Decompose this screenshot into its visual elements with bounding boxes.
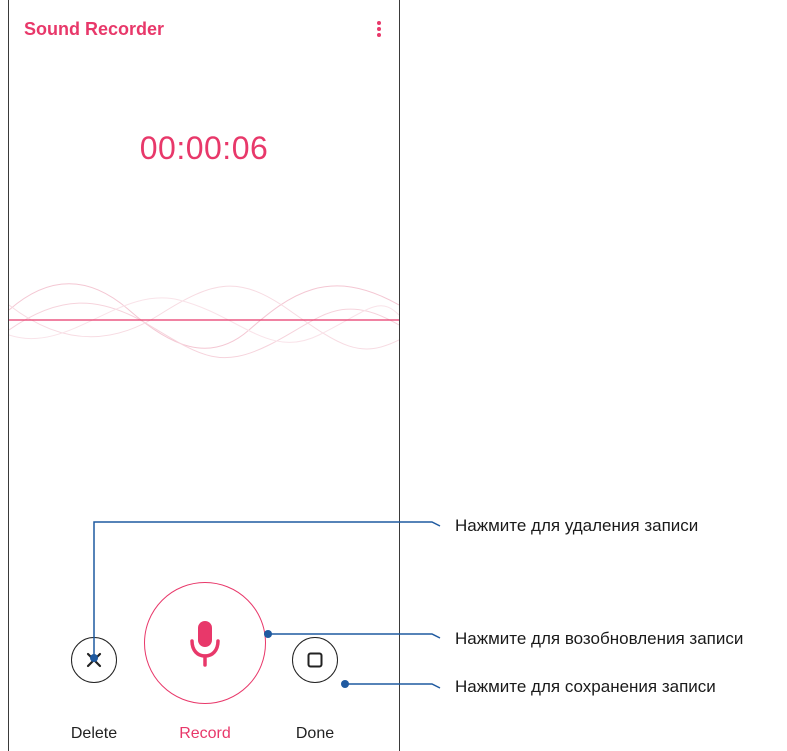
done-label: Done <box>295 725 335 742</box>
callout-delete-text: Нажмите для удаления записи <box>455 516 699 535</box>
waveform-visualizer <box>9 283 399 359</box>
record-button[interactable] <box>144 582 266 704</box>
app-title: Sound Recorder <box>24 19 165 39</box>
delete-label: Delete <box>70 725 118 742</box>
overflow-menu-button[interactable] <box>367 16 391 42</box>
microphone-icon <box>190 621 220 667</box>
callout-done-text: Нажмите для сохранения записи <box>455 677 716 696</box>
page: Sound Recorder 00:00:06 Delete Record Do… <box>0 0 787 751</box>
delete-button[interactable] <box>71 637 117 683</box>
phone-screen: Sound Recorder 00:00:06 Delete Record Do… <box>8 0 400 751</box>
more-vertical-icon <box>377 21 381 37</box>
close-icon <box>86 652 102 668</box>
callout-record-text: Нажмите для возобновления записи <box>455 629 744 648</box>
record-label: Record <box>179 725 231 742</box>
recording-timer: 00:00:06 <box>139 130 269 166</box>
done-button[interactable] <box>292 637 338 683</box>
stop-square-icon <box>307 652 323 668</box>
